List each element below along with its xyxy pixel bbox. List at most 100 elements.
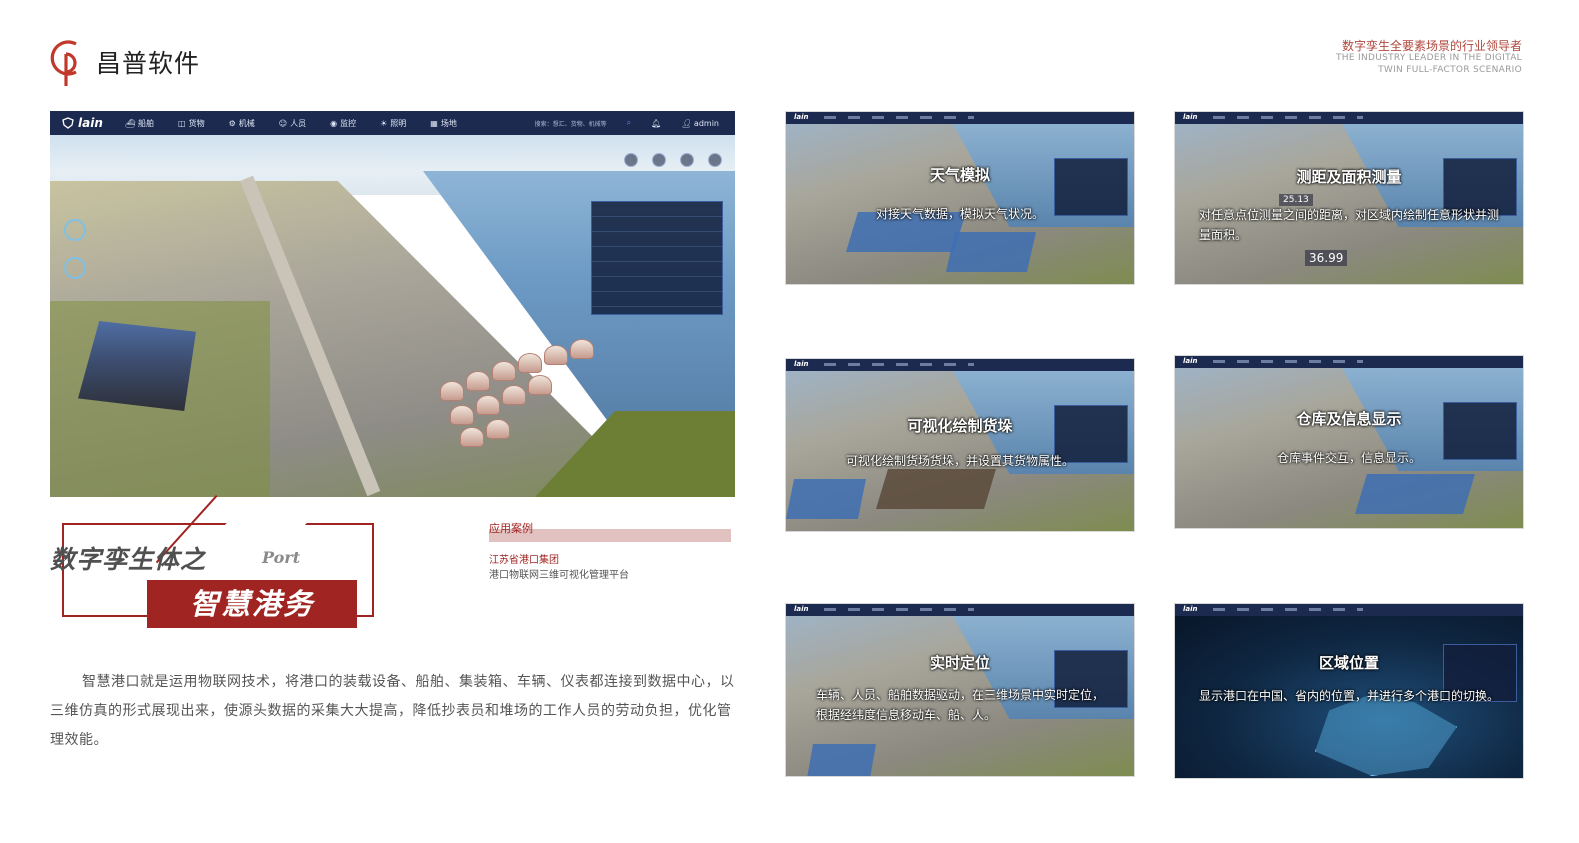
people-icon: ☺ (278, 118, 288, 128)
app-logo-text: lain (78, 116, 103, 130)
oil-tank (518, 353, 542, 373)
nav-item-yard[interactable]: ▦ 场地 (430, 118, 457, 129)
tagline: 数字孪生全要素场景的行业领导者 THE INDUSTRY LEADER IN T… (1336, 40, 1522, 76)
user-icon: 👤︎ (681, 118, 692, 128)
feature-thumb-stacking[interactable]: lain 可视化绘制货垛 可视化绘制货场货垛，并设置其货物属性。 (785, 358, 1135, 532)
thumb-desc: 车辆、人员、船舶数据驱动，在三维场景中实时定位，根据经纬度信息移动车、船、人。 (816, 688, 1105, 722)
oil-tank (476, 395, 500, 415)
warehouse-model (1355, 474, 1475, 514)
app-navbar: lain ⛴ 船舶 ◫ 货物 ⚙ 机械 ☺ 人员 ◉ 监控 ☀ 照明 ▦ 场地 搜索：想汇、货… (50, 111, 735, 135)
table-row (592, 232, 722, 247)
nav-items (824, 608, 974, 611)
thumb-navbar: lain (786, 604, 1134, 616)
nav-item-machine[interactable]: ⚙ 机械 (229, 118, 255, 129)
light-icon: ☀ (380, 118, 388, 128)
warehouse-model[interactable] (78, 321, 196, 411)
thumb-desc: 对任意点位测量之间的距离，对区域内绘制任意形状并测量面积。 (1199, 208, 1500, 242)
tagline-en-line2: TWIN FULL-FACTOR SCENARIO (1378, 65, 1522, 75)
oil-tank-cluster[interactable] (420, 331, 610, 451)
app-logo-text: lain (794, 605, 809, 613)
nav-item-ship[interactable]: ⛴ 船舶 (125, 118, 154, 129)
table-row (592, 292, 722, 307)
case-platform: 港口物联网三维可视化管理平台 (489, 570, 629, 581)
oil-tank (570, 339, 594, 359)
company-name: 昌普软件 (96, 49, 201, 78)
nav-label: 船舶 (138, 118, 155, 128)
feature-thumb-warehouse[interactable]: lain 仓库及信息显示 仓库事件交互，信息显示。 (1174, 355, 1524, 529)
warehouse-model (946, 232, 1036, 272)
thumb-desc: 显示港口在中国、省内的位置，并进行多个港口的切换。 (1199, 689, 1500, 703)
nav-item-cargo[interactable]: ◫ 货物 (178, 118, 205, 129)
user-menu[interactable]: 👤︎ admin (681, 119, 719, 128)
description-paragraph: 智慧港口就是运用物联网技术，将港口的装载设备、船舶、集装箱、车辆、仪表都连接到数… (50, 674, 735, 748)
thumb-navbar: lain (786, 112, 1134, 124)
thumb-title: 可视化绘制货垛 (907, 417, 1013, 435)
nav-item-light[interactable]: ☀ 照明 (380, 118, 406, 129)
oil-tank (450, 405, 474, 425)
thumb-title: 测距及面积测量 (1296, 168, 1402, 186)
main-nav: ⛴ 船舶 ◫ 货物 ⚙ 机械 ☺ 人员 ◉ 监控 ☀ 照明 ▦ 场地 (125, 118, 457, 129)
table-row (592, 217, 722, 232)
app-logo[interactable]: lain (62, 116, 103, 130)
tool-button[interactable] (624, 153, 638, 167)
oil-tank (486, 419, 510, 439)
nav-label: 照明 (390, 118, 407, 128)
tagline-en-line1: THE INDUSTRY LEADER IN THE DIGITAL (1336, 53, 1522, 63)
table-row (592, 202, 722, 217)
nav-items (1213, 608, 1363, 611)
nav-items (824, 116, 974, 119)
warehouse-model (786, 479, 866, 519)
bell-icon[interactable]: 🔔︎ (651, 119, 661, 128)
feature-thumb-region[interactable]: lain 区域位置 显示港口在中国、省内的位置，并进行多个港口的切换。 (1174, 603, 1524, 779)
nav-items (1213, 360, 1363, 363)
thumb-desc: 对接天气数据，模拟天气状况。 (875, 207, 1044, 221)
shield-icon (62, 117, 74, 129)
data-table-panel (591, 201, 723, 315)
search-input[interactable]: 搜索：想汇、货物、机械等 (535, 119, 607, 128)
table-row (592, 262, 722, 277)
oil-tank (544, 345, 568, 365)
app-logo-text: lain (1183, 113, 1198, 121)
warehouse-model (806, 744, 876, 776)
nav-item-monitor[interactable]: ◉ 监控 (330, 118, 356, 129)
monitor-icon: ◉ (330, 118, 338, 128)
title-main: 智慧港务 (147, 580, 357, 628)
tool-button[interactable] (680, 153, 694, 167)
nav-label: 机械 (238, 118, 255, 128)
thumb-title: 实时定位 (929, 654, 990, 672)
feature-thumb-measure[interactable]: lain 25.13 36.99 测距及面积测量 对任意点位测量之间的距离，对区… (1174, 111, 1524, 285)
oil-tank (492, 361, 516, 381)
case-company: 江苏省港口集团 (489, 555, 559, 566)
oil-tank (528, 375, 552, 395)
feature-thumb-positioning[interactable]: lain 实时定位 车辆、人员、船舶数据驱动，在三维场景中实时定位，根据经纬度信… (785, 603, 1135, 777)
thumb-navbar: lain (1175, 112, 1523, 124)
cargo-icon: ◫ (178, 118, 186, 128)
tool-button[interactable] (652, 153, 666, 167)
navbar-right: 搜索：想汇、货物、机械等 ⌕ 🔔︎ 👤︎ admin (535, 118, 719, 128)
dial-icon[interactable] (64, 257, 86, 279)
case-label: 应用案例 (489, 522, 533, 535)
measure-label: 36.99 (1305, 250, 1348, 266)
nav-label: 人员 (290, 118, 307, 128)
tool-button[interactable] (708, 153, 722, 167)
search-icon[interactable]: ⌕ (627, 118, 631, 128)
oil-tank (502, 385, 526, 405)
username: admin (693, 118, 719, 128)
company-logo (50, 40, 77, 86)
nav-items (1213, 116, 1363, 119)
feature-thumb-weather[interactable]: lain 天气模拟 对接天气数据，模拟天气状况。 (785, 111, 1135, 285)
nav-item-people[interactable]: ☺ 人员 (279, 118, 306, 129)
left-widget-panel (64, 211, 194, 321)
thumb-title: 仓库及信息显示 (1296, 410, 1402, 428)
ship-icon: ⛴ (124, 118, 136, 128)
app-logo-text: lain (1183, 357, 1198, 365)
table-row (592, 277, 722, 292)
cargo-stack (876, 469, 996, 509)
dial-icon[interactable] (64, 219, 86, 241)
thumb-navbar: lain (1175, 356, 1523, 368)
thumb-navbar: lain (1175, 604, 1523, 616)
app-logo-text: lain (794, 360, 809, 368)
nav-label: 场地 (440, 118, 457, 128)
thumb-title: 天气模拟 (929, 166, 990, 184)
main-platform-screenshot: lain ⛴ 船舶 ◫ 货物 ⚙ 机械 ☺ 人员 ◉ 监控 ☀ 照明 ▦ 场地 搜索：想汇、货… (50, 111, 735, 497)
